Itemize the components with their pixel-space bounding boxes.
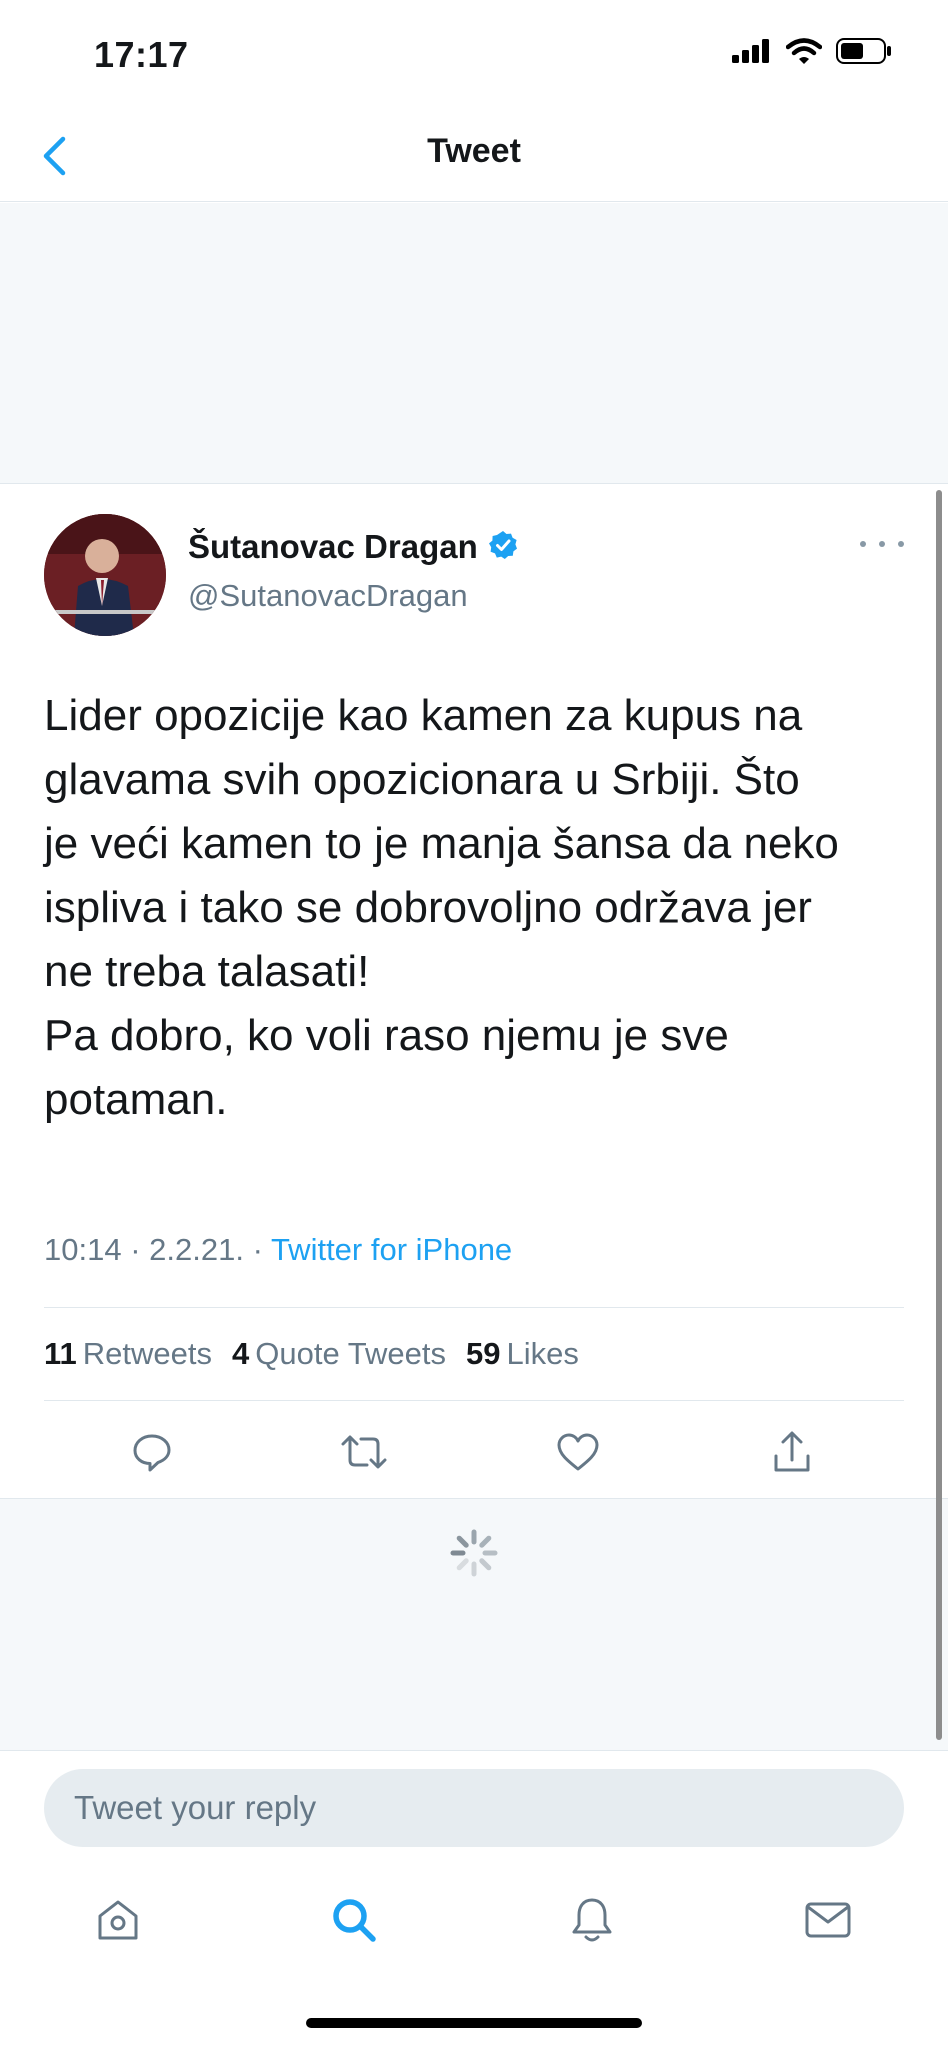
tweet-actions [44, 1422, 904, 1482]
notifications-icon [572, 1898, 612, 1942]
home-indicator[interactable] [306, 2018, 642, 2028]
reply-icon [133, 1434, 171, 1472]
avatar[interactable] [44, 514, 166, 636]
tweet-stats: 11 Retweets 4 Quote Tweets 59 Likes [44, 1336, 579, 1372]
nav-header: Tweet [0, 110, 948, 202]
wifi-icon [785, 38, 823, 69]
retweet-icon [341, 1435, 387, 1469]
more-dot-icon [898, 541, 904, 547]
likes-stat[interactable]: 59 Likes [466, 1336, 579, 1372]
share-button[interactable] [762, 1422, 822, 1482]
status-bar: 17:17 [0, 0, 948, 110]
tweet-text-line: ne treba talasati! [44, 947, 370, 996]
status-time: 17:17 [94, 34, 189, 75]
more-dot-icon [860, 541, 866, 547]
more-options-button[interactable] [860, 534, 904, 554]
tweet-text-line: potaman. [44, 1075, 228, 1124]
tab-notifications[interactable] [562, 1890, 622, 1950]
tweet-text-line: Pa dobro, ko voli raso njemu je sve [44, 1011, 729, 1060]
display-name[interactable]: Šutanovac Dragan [188, 528, 478, 566]
reply-button[interactable] [122, 1422, 182, 1482]
search-icon [333, 1899, 376, 1942]
tab-messages[interactable] [798, 1890, 858, 1950]
tweet-text-line: ispliva i tako se dobrovoljno održava je… [44, 883, 812, 932]
reply-input[interactable] [44, 1769, 904, 1847]
tweet-time: 10:14 [44, 1232, 122, 1267]
user-handle[interactable]: @SutanovacDragan [188, 578, 468, 614]
loading-spinner-icon [450, 1529, 498, 1577]
share-icon [774, 1431, 810, 1472]
tweet-text-line: Lider opozicije kao kamen za kupus na [44, 691, 803, 740]
likes-count: 59 [465, 1336, 501, 1371]
retweet-button[interactable] [334, 1422, 394, 1482]
page-title: Tweet [427, 132, 521, 170]
verified-badge-icon [488, 530, 518, 565]
status-icons [732, 38, 892, 69]
tweet-text: Lider opozicije kao kamen za kupus na gl… [44, 684, 914, 1132]
retweets-count: 11 [44, 1336, 77, 1371]
quotes-count: 4 [232, 1336, 250, 1371]
scrollbar[interactable] [936, 490, 942, 1740]
tweet-source-link[interactable]: Twitter for iPhone [271, 1232, 512, 1267]
tweet-meta: 10:14 · 2.2.21. · Twitter for iPhone [44, 1232, 513, 1267]
divider [44, 1307, 904, 1308]
display-name-row[interactable]: Šutanovac Dragan [188, 528, 518, 566]
likes-label: Likes [506, 1336, 579, 1371]
like-button[interactable] [548, 1422, 608, 1482]
tweet-detail: Šutanovac Dragan @SutanovacDragan Lider … [0, 484, 948, 1498]
reply-bar [0, 1750, 948, 1862]
tweet-text-line: glavama svih opozicionara u Srbiji. Što [44, 755, 800, 804]
retweets-label: Retweets [82, 1336, 213, 1371]
retweets-stat[interactable]: 11 Retweets [44, 1336, 212, 1372]
tab-home[interactable] [88, 1890, 148, 1950]
quote-tweets-stat[interactable]: 4 Quote Tweets [232, 1336, 446, 1372]
like-icon [557, 1433, 599, 1471]
tweet-text-line: je veći kamen to je manja šansa da neko [44, 819, 839, 868]
tab-search[interactable] [324, 1890, 384, 1950]
messages-icon [805, 1902, 851, 1938]
divider [44, 1400, 904, 1401]
thread-gap [0, 203, 948, 484]
battery-icon [836, 38, 892, 69]
tweet-date: 2.2.21. [149, 1232, 244, 1267]
home-icon [98, 1900, 138, 1940]
cellular-signal-icon [732, 39, 772, 68]
more-dot-icon [879, 541, 885, 547]
tab-bar [0, 1862, 948, 2048]
replies-loading-area [0, 1498, 948, 1750]
quotes-label: Quote Tweets [255, 1336, 446, 1371]
